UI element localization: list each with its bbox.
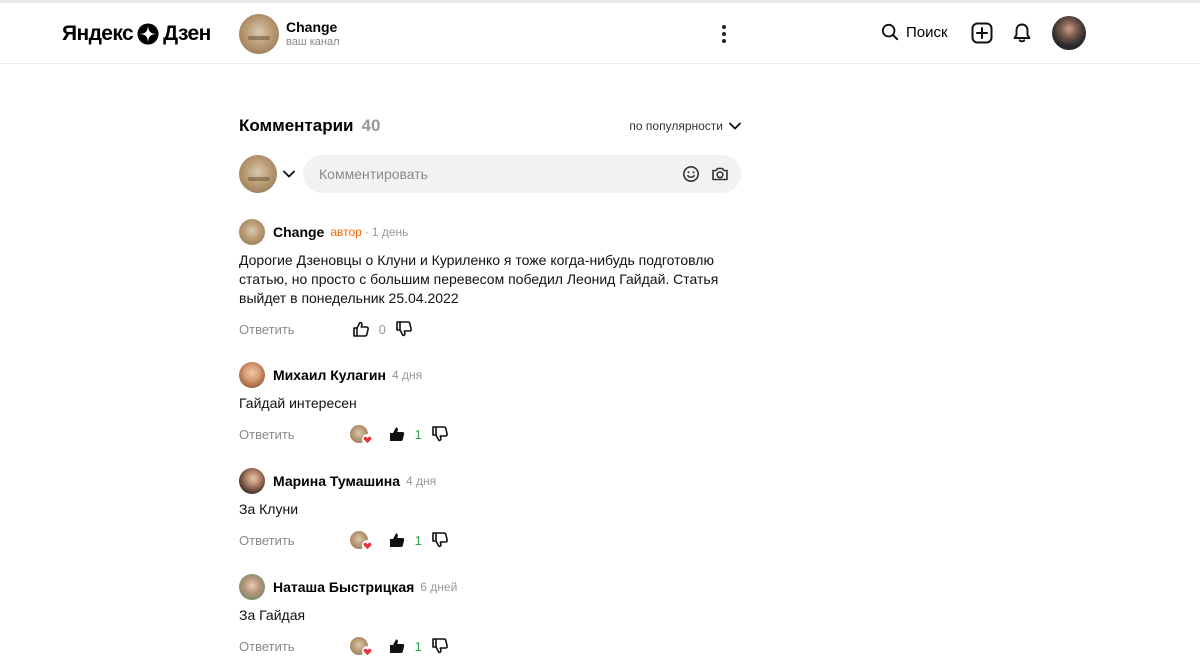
heart-icon — [361, 434, 373, 445]
like-count: 1 — [414, 426, 422, 442]
comment-item: Наташа Быстрицкая 6 дней За Гайдая Ответ… — [239, 574, 741, 658]
like-count: 1 — [414, 532, 422, 548]
reply-button[interactable]: Ответить — [239, 322, 295, 337]
thumb-down-icon[interactable] — [431, 425, 449, 443]
comment-time: 6 дней — [420, 580, 458, 594]
logo-text-zen: Дзен — [163, 22, 211, 45]
thumb-up-icon[interactable] — [388, 637, 406, 655]
emoji-icon[interactable] — [682, 165, 700, 183]
comment-text: Гайдай интересен — [239, 395, 357, 411]
comment-avatar[interactable] — [239, 468, 265, 494]
author-liked-avatar — [349, 531, 373, 551]
channel-name: Change — [286, 18, 338, 35]
reply-button[interactable]: Ответить — [239, 427, 295, 442]
heart-icon — [361, 646, 373, 657]
thumb-down-icon[interactable] — [431, 531, 449, 549]
comment-author[interactable]: Марина Тумашина — [273, 473, 400, 489]
reply-button[interactable]: Ответить — [239, 639, 295, 654]
comment-item: Change автор · 1 день Дорогие Дзеновцы о… — [239, 219, 741, 341]
comment-actions: Ответить 0 — [239, 317, 741, 341]
comment-actions: Ответить 1 — [239, 528, 741, 552]
heart-icon — [361, 540, 373, 551]
user-avatar[interactable] — [1052, 16, 1086, 50]
comments-header: Комментарии 40 по популярности — [239, 110, 741, 142]
comment-author[interactable]: Михаил Кулагин — [273, 367, 386, 383]
author-badge: автор — [330, 225, 362, 239]
zen-star-icon — [137, 23, 159, 45]
like-count: 1 — [414, 638, 422, 654]
search-label: Поиск — [906, 23, 948, 41]
comment-composer — [239, 155, 741, 193]
chevron-down-icon[interactable] — [282, 167, 296, 181]
comment-avatar[interactable] — [239, 574, 265, 600]
camera-icon[interactable] — [711, 165, 729, 183]
composer-avatar[interactable] — [239, 155, 277, 193]
meta-separator: · — [364, 225, 369, 239]
comment-text: Дорогие Дзеновцы о Клуни и Куриленко я т… — [239, 252, 719, 306]
comment-item: Марина Тумашина 4 дня За Клуни Ответить … — [239, 468, 741, 552]
thumb-down-icon[interactable] — [431, 637, 449, 655]
like-count: 0 — [378, 321, 386, 337]
search-icon — [881, 23, 899, 41]
comment-input[interactable] — [317, 165, 671, 183]
comment-actions: Ответить 1 — [239, 422, 741, 446]
search-button[interactable]: Поиск — [881, 23, 948, 41]
comment-time: 4 дня — [406, 474, 437, 488]
sort-dropdown[interactable]: по популярности — [629, 119, 741, 133]
logo[interactable]: Яндекс Дзен — [62, 21, 211, 47]
comment-text: За Гайдая — [239, 607, 306, 623]
comment-time: 4 дня — [391, 368, 423, 382]
comment-author[interactable]: Наташа Быстрицкая — [273, 579, 414, 595]
thumb-up-icon[interactable] — [352, 320, 370, 338]
channel-subtitle: ваш канал — [286, 35, 340, 48]
comment-input-wrapper — [303, 155, 741, 193]
channel-avatar — [239, 14, 279, 54]
comment-avatar[interactable] — [239, 362, 265, 388]
comment-item: Михаил Кулагин 4 дня Гайдай интересен От… — [239, 362, 741, 446]
author-liked-avatar — [349, 425, 373, 445]
channel-switcher[interactable]: Change ваш канал — [239, 14, 340, 54]
header: Яндекс Дзен Change ваш канал Поиск — [0, 3, 1200, 64]
comment-text: За Клуни — [239, 501, 299, 517]
bell-icon[interactable] — [1012, 22, 1032, 44]
reply-button[interactable]: Ответить — [239, 533, 295, 548]
plus-icon[interactable] — [971, 22, 993, 44]
logo-text-yandex: Яндекс — [62, 22, 134, 45]
comments-title: Комментарии — [239, 116, 354, 135]
comment-avatar[interactable] — [239, 219, 265, 245]
thumb-up-icon[interactable] — [388, 425, 406, 443]
comments-count: 40 — [361, 116, 381, 135]
chevron-down-icon — [729, 122, 741, 130]
author-liked-avatar — [349, 637, 373, 657]
comment-author[interactable]: Change — [273, 224, 324, 240]
kebab-menu-icon[interactable] — [717, 23, 731, 45]
comment-actions: Ответить 1 — [239, 634, 741, 658]
comment-time: 1 день — [371, 225, 409, 239]
thumb-down-icon[interactable] — [395, 320, 413, 338]
sort-label: по популярности — [629, 119, 723, 133]
thumb-up-icon[interactable] — [388, 531, 406, 549]
comments-section: Комментарии 40 по популярности Комментир… — [239, 110, 741, 658]
